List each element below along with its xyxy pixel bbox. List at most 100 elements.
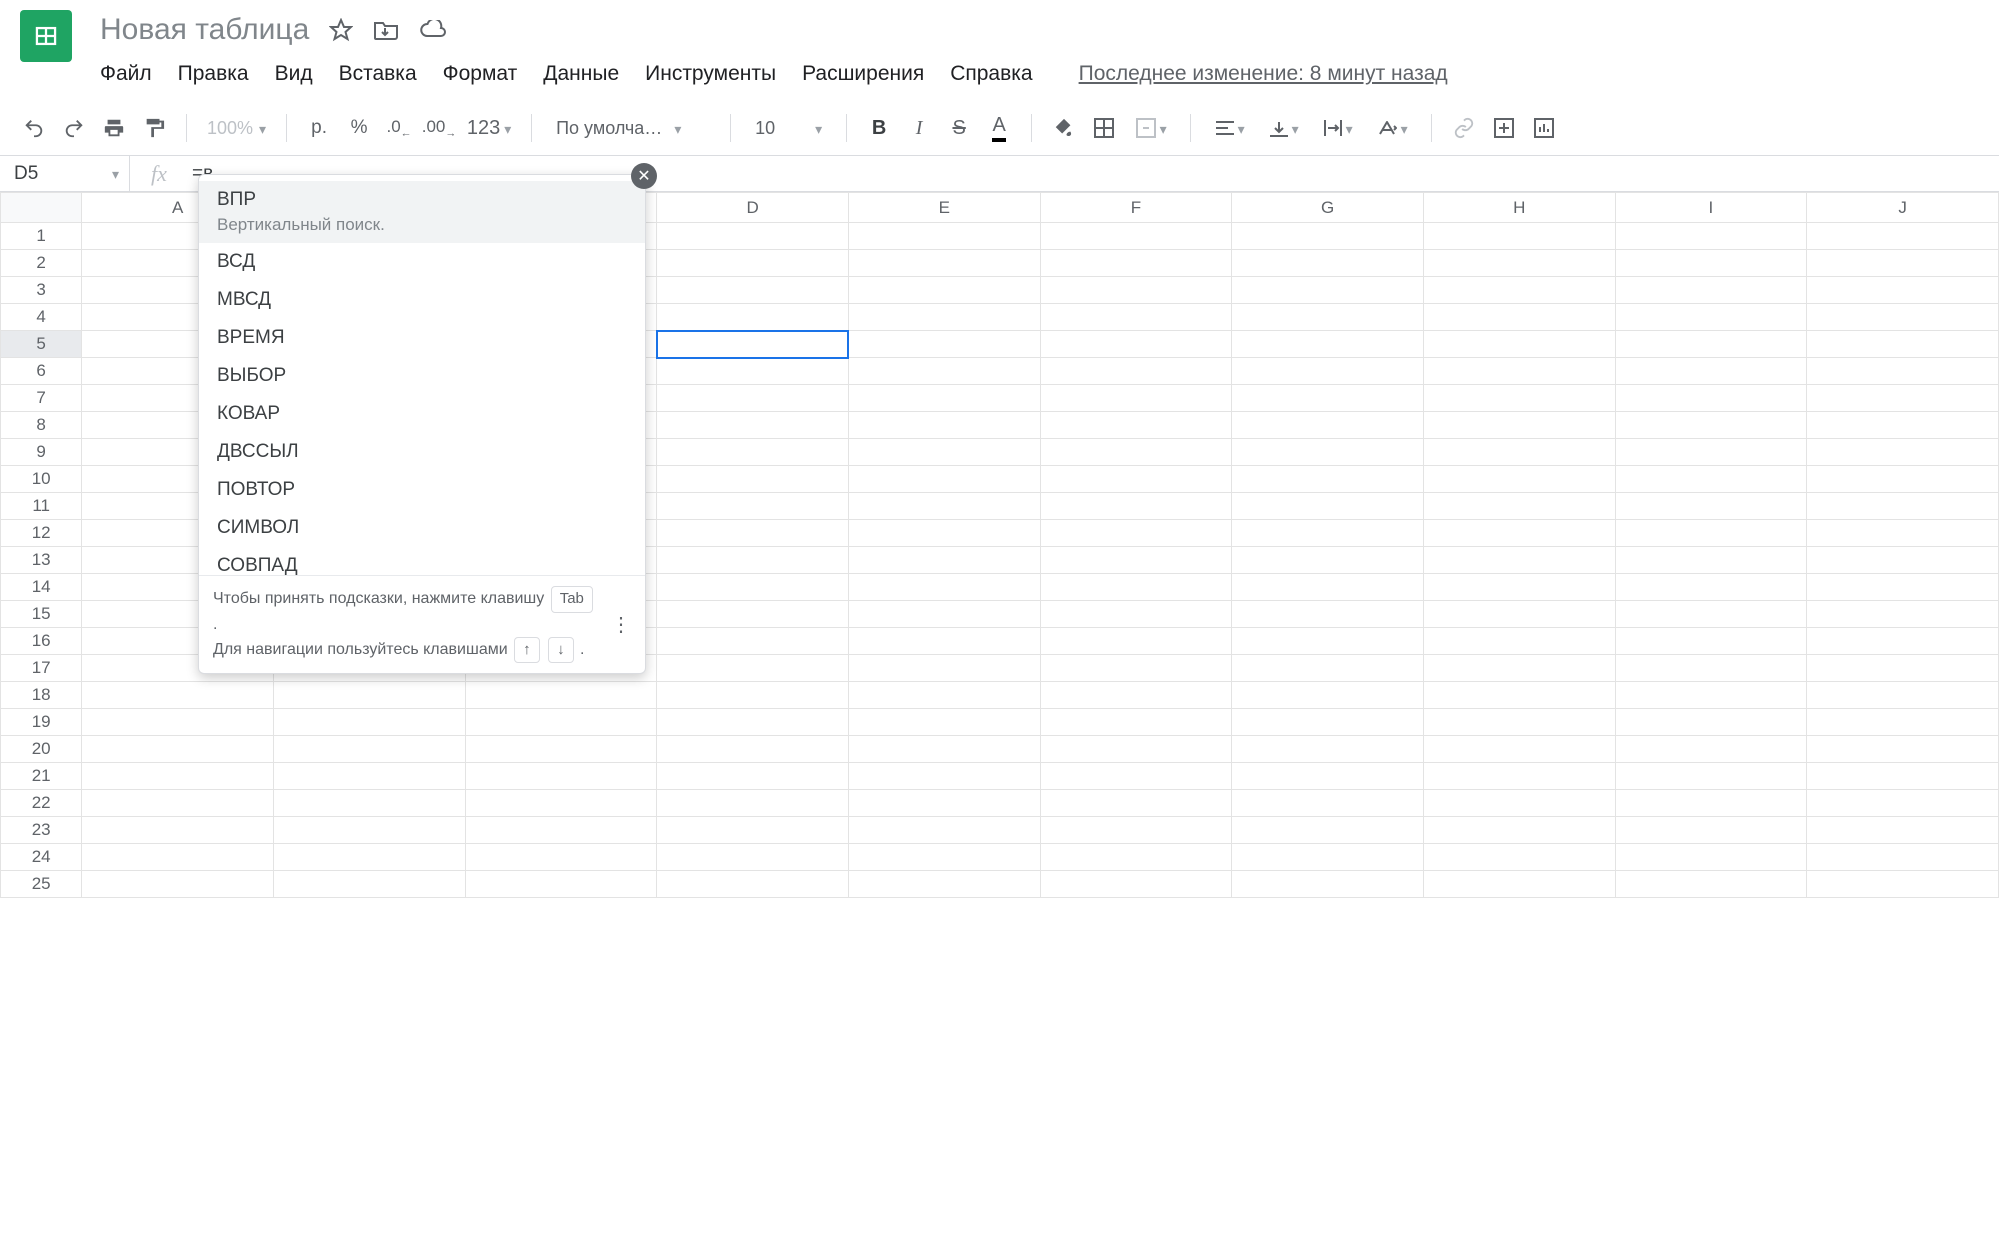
cell[interactable] <box>1615 655 1807 682</box>
cell[interactable] <box>657 736 849 763</box>
cell[interactable] <box>1423 439 1615 466</box>
cell[interactable] <box>657 358 849 385</box>
cell[interactable] <box>1232 709 1424 736</box>
autocomplete-item[interactable]: МВСД <box>199 281 645 319</box>
cell[interactable] <box>657 682 849 709</box>
menu-insert[interactable]: Вставка <box>339 62 417 86</box>
cell[interactable] <box>1232 628 1424 655</box>
cell[interactable] <box>1232 574 1424 601</box>
cell[interactable] <box>1615 871 1807 898</box>
row-header[interactable]: 17 <box>1 655 82 682</box>
text-rotation-button[interactable] <box>1367 110 1417 146</box>
cell[interactable] <box>1040 574 1232 601</box>
cell[interactable] <box>1040 385 1232 412</box>
cell[interactable] <box>657 520 849 547</box>
cell[interactable] <box>1807 736 1999 763</box>
cell[interactable] <box>1615 709 1807 736</box>
row-header[interactable]: 23 <box>1 817 82 844</box>
row-header[interactable]: 18 <box>1 682 82 709</box>
cell[interactable] <box>1423 682 1615 709</box>
cell[interactable] <box>465 844 657 871</box>
cell[interactable] <box>82 790 274 817</box>
menu-format[interactable]: Формат <box>443 62 518 86</box>
cell[interactable] <box>848 547 1040 574</box>
close-icon[interactable]: ✕ <box>631 163 657 189</box>
cell[interactable] <box>1423 520 1615 547</box>
cell[interactable] <box>657 547 849 574</box>
cell[interactable] <box>1807 844 1999 871</box>
row-header[interactable]: 16 <box>1 628 82 655</box>
row-header[interactable]: 11 <box>1 493 82 520</box>
cell[interactable] <box>1423 250 1615 277</box>
row-header[interactable]: 9 <box>1 439 82 466</box>
cell[interactable] <box>848 223 1040 250</box>
cell[interactable] <box>1615 250 1807 277</box>
paint-format-button[interactable] <box>136 110 172 146</box>
cell[interactable] <box>1232 682 1424 709</box>
cell[interactable] <box>657 385 849 412</box>
autocomplete-item[interactable]: ВПРВертикальный поиск. <box>199 181 645 243</box>
cell[interactable] <box>657 871 849 898</box>
cell[interactable] <box>1040 223 1232 250</box>
undo-button[interactable] <box>16 110 52 146</box>
sheets-app-icon[interactable] <box>20 10 72 62</box>
cell[interactable] <box>1232 466 1424 493</box>
cell[interactable] <box>657 466 849 493</box>
cell[interactable] <box>1040 250 1232 277</box>
cell[interactable] <box>1807 250 1999 277</box>
cell[interactable] <box>1423 763 1615 790</box>
cell[interactable] <box>657 817 849 844</box>
row-header[interactable]: 12 <box>1 520 82 547</box>
cell[interactable] <box>1615 223 1807 250</box>
cell[interactable] <box>1040 871 1232 898</box>
cell[interactable] <box>848 601 1040 628</box>
cell[interactable] <box>1423 574 1615 601</box>
cell[interactable] <box>1615 412 1807 439</box>
cell[interactable] <box>848 250 1040 277</box>
cell[interactable] <box>848 628 1040 655</box>
cell[interactable] <box>273 736 465 763</box>
cell[interactable] <box>848 844 1040 871</box>
move-icon[interactable] <box>373 17 399 43</box>
cell[interactable] <box>1807 682 1999 709</box>
cell[interactable] <box>1615 628 1807 655</box>
last-edit-link[interactable]: Последнее изменение: 8 минут назад <box>1079 62 1448 86</box>
fill-color-button[interactable] <box>1046 110 1082 146</box>
cell[interactable] <box>1807 871 1999 898</box>
menu-help[interactable]: Справка <box>950 62 1032 86</box>
cell[interactable] <box>1232 439 1424 466</box>
font-size-dropdown[interactable]: 10 <box>745 118 832 139</box>
cell[interactable] <box>1232 601 1424 628</box>
cell[interactable] <box>1615 466 1807 493</box>
menu-file[interactable]: Файл <box>100 62 152 86</box>
cell[interactable] <box>1423 628 1615 655</box>
menu-tools[interactable]: Инструменты <box>645 62 776 86</box>
column-header[interactable]: F <box>1040 193 1232 223</box>
cell[interactable] <box>1040 412 1232 439</box>
print-button[interactable] <box>96 110 132 146</box>
cell[interactable] <box>1040 628 1232 655</box>
cell[interactable] <box>1040 601 1232 628</box>
increase-decimal-button[interactable]: .00→ <box>421 110 457 146</box>
cell[interactable] <box>1423 817 1615 844</box>
cell[interactable] <box>1232 412 1424 439</box>
cell[interactable] <box>1423 844 1615 871</box>
cell[interactable] <box>1615 331 1807 358</box>
row-header[interactable]: 7 <box>1 385 82 412</box>
cell[interactable] <box>1232 790 1424 817</box>
cell[interactable] <box>1040 655 1232 682</box>
cell[interactable] <box>1615 682 1807 709</box>
cell[interactable] <box>1807 655 1999 682</box>
cell[interactable] <box>848 655 1040 682</box>
row-header[interactable]: 14 <box>1 574 82 601</box>
cell[interactable] <box>1232 223 1424 250</box>
cell[interactable] <box>848 412 1040 439</box>
cell[interactable] <box>1232 520 1424 547</box>
decrease-decimal-button[interactable]: .0← <box>381 110 417 146</box>
cell[interactable] <box>1232 331 1424 358</box>
cell[interactable] <box>1423 331 1615 358</box>
cell[interactable] <box>1807 790 1999 817</box>
row-header[interactable]: 20 <box>1 736 82 763</box>
cell[interactable] <box>273 817 465 844</box>
cell[interactable] <box>1615 358 1807 385</box>
